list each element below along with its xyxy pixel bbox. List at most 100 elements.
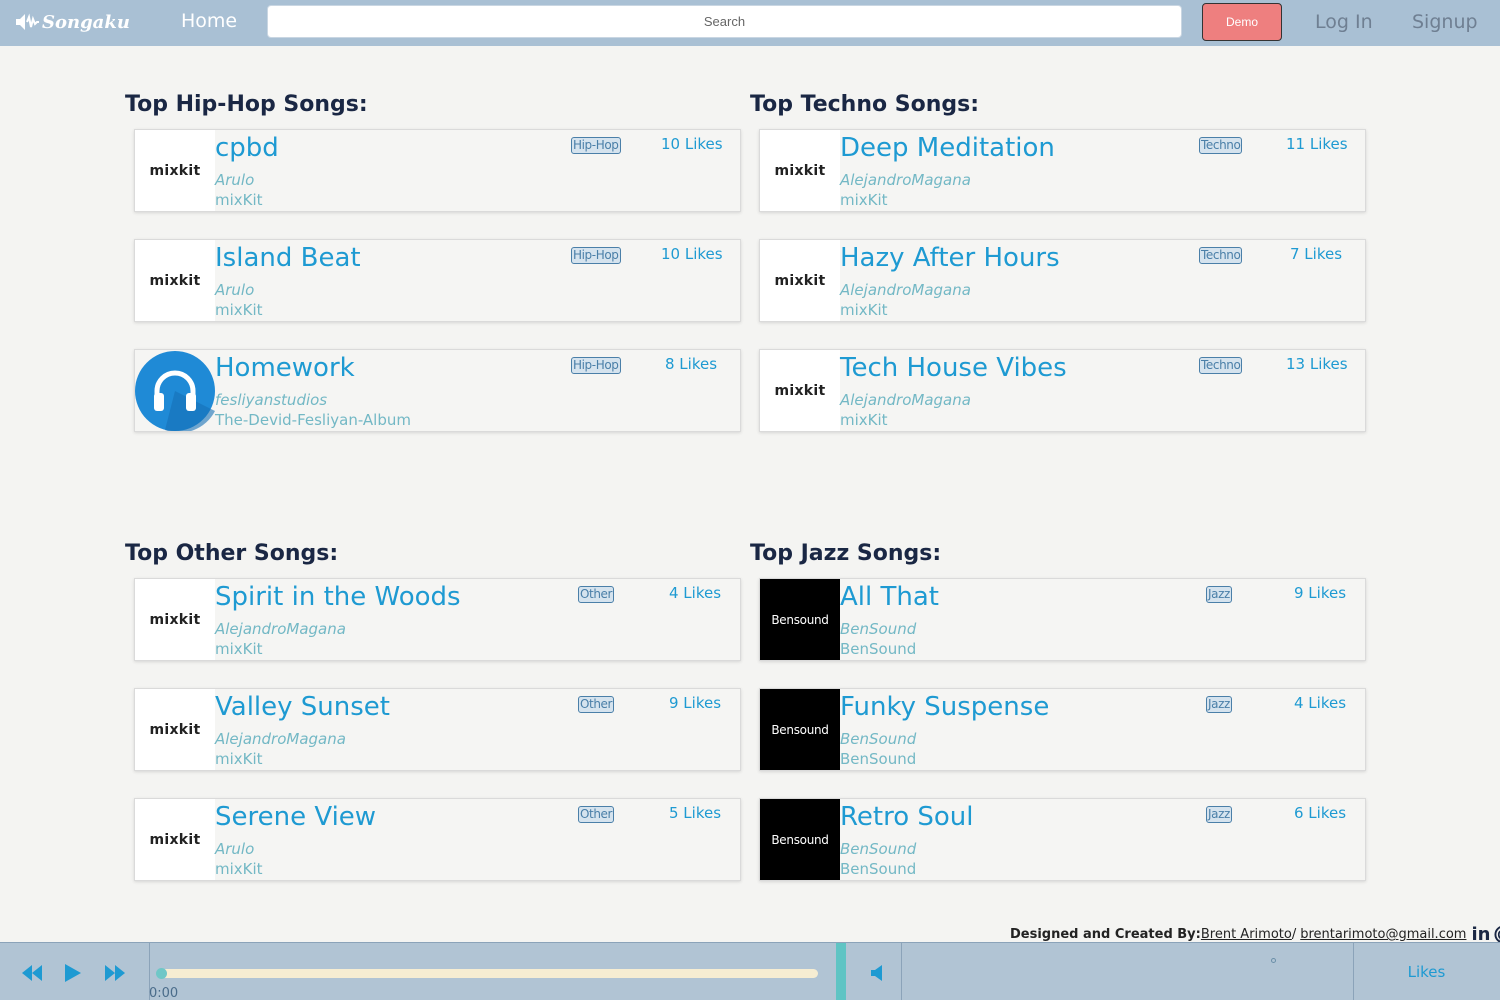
nav-home-link[interactable]: Home [181,10,237,32]
song-card[interactable]: mixkit Island Beat Arulo mixKit Hip-Hop 10 Li… [134,239,741,322]
genre-badge[interactable]: Techno [1199,357,1243,374]
credit-separator: / [1291,927,1297,942]
song-artist[interactable]: BenSound [840,620,916,638]
genre-badge[interactable]: Techno [1199,247,1243,264]
song-artist[interactable]: Arulo [215,281,254,299]
song-artist[interactable]: BenSound [840,730,916,748]
song-thumbnail[interactable]: Bensound [760,689,840,770]
mixkit-logo: mixkit [774,272,826,289]
song-artist[interactable]: AlejandroMagana [215,620,346,638]
progress-bar[interactable] [160,969,818,978]
author-link[interactable]: Brent Arimoto [1201,927,1292,942]
song-card[interactable]: mixkit Tech House Vibes AlejandroMagana mix… [759,349,1366,432]
song-card[interactable]: Homework fesliyanstudios The-Devid-Fesliya… [134,349,741,432]
song-thumbnail[interactable]: mixkit [760,130,840,211]
logo[interactable]: Songaku [14,10,130,34]
song-card[interactable]: Bensound Funky Suspense BenSound BenSound Ja… [759,688,1366,771]
song-thumbnail[interactable]: mixkit [760,240,840,321]
email-link[interactable]: brentarimoto@gmail.com [1300,927,1466,942]
song-title[interactable]: Retro Soul [840,801,974,833]
song-card[interactable]: Bensound All That BenSound BenSound Jazz 9 Li… [759,578,1366,661]
song-title[interactable]: Island Beat [215,242,361,274]
demo-button[interactable]: Demo [1202,3,1282,41]
song-title[interactable]: cpbd [215,132,279,164]
song-album: BenSound [840,750,917,768]
song-thumbnail[interactable]: Bensound [760,799,840,880]
song-title[interactable]: Funky Suspense [840,691,1049,723]
song-artist[interactable]: AlejandroMagana [215,730,346,748]
song-thumbnail[interactable]: mixkit [135,240,215,321]
rewind-icon[interactable] [21,964,43,982]
song-artist[interactable]: AlejandroMagana [840,281,971,299]
song-card[interactable]: mixkit cpbd Arulo mixKit Hip-Hop 10 Likes [134,129,741,212]
login-link[interactable]: Log In [1315,11,1373,33]
progress-knob[interactable] [156,968,167,979]
song-title[interactable]: Hazy After Hours [840,242,1060,274]
song-artist[interactable]: BenSound [840,840,916,858]
likes-count: 7 Likes [1290,245,1343,263]
section-title: Top Techno Songs: [750,92,980,117]
genre-badge[interactable]: Hip-Hop [571,137,621,154]
likes-count: 10 Likes [661,245,723,263]
navbar: Songaku Home Demo Log In Signup [0,0,1500,46]
song-card[interactable]: Bensound Retro Soul BenSound BenSound Jazz 6 … [759,798,1366,881]
song-title[interactable]: Homework [215,352,355,384]
signup-link[interactable]: Signup [1412,11,1478,33]
song-thumbnail[interactable]: mixkit [135,799,215,880]
song-artist[interactable]: fesliyanstudios [215,391,327,409]
genre-badge[interactable]: Other [578,806,615,823]
likes-count: 4 Likes [669,584,722,602]
song-title[interactable]: Spirit in the Woods [215,581,461,613]
fast-forward-icon[interactable] [104,964,126,982]
song-title[interactable]: Valley Sunset [215,691,390,723]
song-thumbnail[interactable]: mixkit [135,689,215,770]
play-icon[interactable] [64,963,82,983]
song-artist[interactable]: AlejandroMagana [840,391,971,409]
mixkit-logo: mixkit [774,162,826,179]
song-artist[interactable]: AlejandroMagana [840,171,971,189]
song-album: mixKit [215,860,263,878]
likes-count: 9 Likes [669,694,722,712]
genre-badge[interactable]: Jazz [1206,806,1232,823]
song-album: The-Devid-Fesliyan-Album [215,411,411,429]
likes-count: 11 Likes [1286,135,1348,153]
song-card[interactable]: mixkit Spirit in the Woods AlejandroMagana… [134,578,741,661]
song-thumbnail[interactable]: Bensound [760,579,840,660]
song-card[interactable]: mixkit Hazy After Hours AlejandroMagana mix… [759,239,1366,322]
genre-badge[interactable]: Other [578,586,615,603]
genre-badge[interactable]: Hip-Hop [571,247,621,264]
bensound-logo: Bensound [771,832,829,847]
audio-player: 0:00 Likes [0,942,1500,1000]
search-input[interactable] [267,5,1182,38]
song-thumbnail[interactable]: mixkit [760,350,840,431]
song-title[interactable]: Serene View [215,801,376,833]
song-thumbnail[interactable] [135,350,215,431]
song-card[interactable]: mixkit Valley Sunset AlejandroMagana mixKit… [134,688,741,771]
progress-handle-bar[interactable] [836,943,846,1000]
likes-count: 5 Likes [669,804,722,822]
song-title[interactable]: Tech House Vibes [840,352,1067,384]
likes-tab[interactable]: Likes [1353,943,1500,1000]
volume-icon[interactable] [870,964,886,982]
genre-badge[interactable]: Techno [1199,137,1243,154]
logo-text: Songaku [42,11,130,33]
likes-count: 6 Likes [1294,804,1347,822]
song-artist[interactable]: Arulo [215,840,254,858]
song-thumbnail[interactable]: mixkit [135,579,215,660]
song-title[interactable]: All That [840,581,939,613]
song-thumbnail[interactable]: mixkit [135,130,215,211]
song-title[interactable]: Deep Meditation [840,132,1055,164]
song-album: mixKit [840,411,888,429]
section-title: Top Other Songs: [125,541,339,566]
genre-badge[interactable]: Other [578,696,615,713]
song-card[interactable]: mixkit Deep Meditation AlejandroMagana mixK… [759,129,1366,212]
current-time: 0:00 [149,986,179,1000]
song-album: mixKit [215,640,263,658]
section-title: Top Jazz Songs: [750,541,942,566]
genre-badge[interactable]: Jazz [1206,586,1232,603]
song-album: mixKit [215,750,263,768]
song-artist[interactable]: Arulo [215,171,254,189]
genre-badge[interactable]: Hip-Hop [571,357,621,374]
genre-badge[interactable]: Jazz [1206,696,1232,713]
song-card[interactable]: mixkit Serene View Arulo mixKit Other 5 Likes [134,798,741,881]
